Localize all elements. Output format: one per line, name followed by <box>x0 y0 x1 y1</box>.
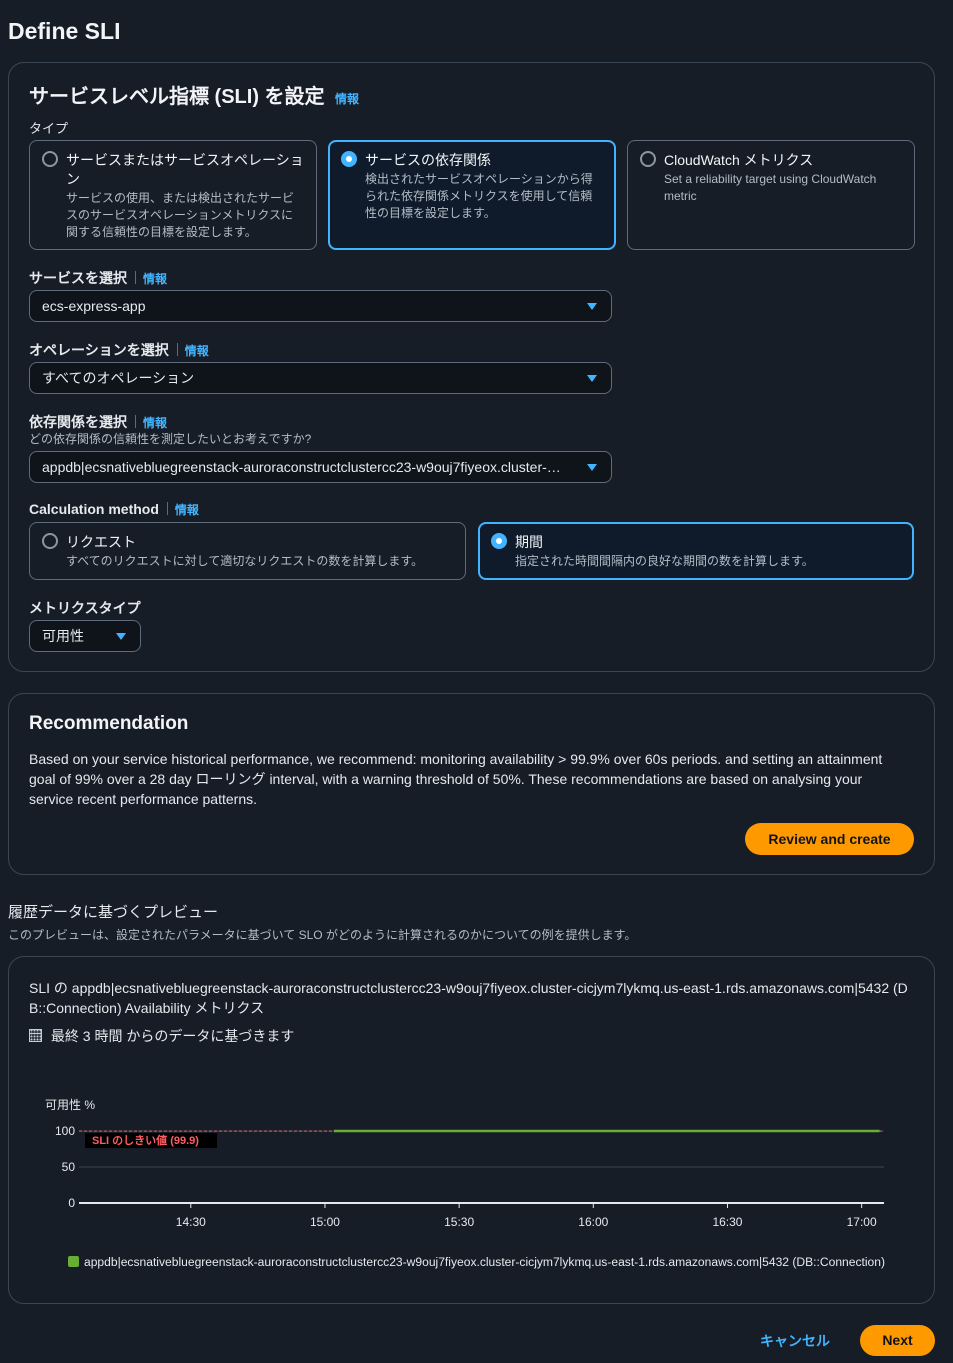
metric-type-value: 可用性 <box>42 628 84 644</box>
metric-type-select[interactable]: 可用性 <box>29 620 141 652</box>
recommendation-panel: Recommendation Based on your service his… <box>8 693 935 875</box>
x-tick-label: 17:00 <box>847 1215 877 1229</box>
calc-info-link[interactable]: 情報 <box>175 503 199 517</box>
service-info-link[interactable]: 情報 <box>143 272 167 286</box>
service-label: サービスを選択 <box>29 270 127 286</box>
x-tick-label: 15:30 <box>444 1215 474 1229</box>
sli-panel: サービスレベル指標 (SLI) を設定 情報 タイプ サービスまたはサービスオペ… <box>8 62 935 672</box>
preview-heading: 履歴データに基づくプレビュー <box>8 904 219 921</box>
operation-label: オペレーションを選択 <box>29 342 169 358</box>
x-tick-label: 15:00 <box>310 1215 340 1229</box>
cancel-button[interactable]: キャンセル <box>760 1331 830 1351</box>
calc-option-title: リクエスト <box>66 534 136 550</box>
recommendation-text: Based on your service historical perform… <box>29 751 883 807</box>
threshold-label: SLI のしきい値 (99.9) <box>92 1133 199 1147</box>
calc-label: Calculation method <box>29 501 159 517</box>
operation-select-value: すべてのオペレーション <box>42 370 195 386</box>
caret-down-icon <box>587 303 597 310</box>
calendar-icon <box>29 1029 42 1042</box>
caret-down-icon <box>587 375 597 382</box>
preview-panel: SLI の appdb|ecsnativebluegreenstack-auro… <box>8 956 935 1304</box>
type-label: タイプ <box>29 121 69 136</box>
sli-heading: サービスレベル指標 (SLI) を設定 <box>29 86 325 108</box>
legend-label: appdb|ecsnativebluegreenstack-auroracons… <box>84 1257 885 1269</box>
radio-icon[interactable] <box>42 151 58 167</box>
operation-info-link[interactable]: 情報 <box>185 344 209 358</box>
type-option-title: サービスまたはサービスオペレーション <box>66 152 304 187</box>
radio-selected-icon[interactable] <box>341 151 357 167</box>
x-tick-label: 16:00 <box>578 1215 608 1229</box>
radio-selected-icon[interactable] <box>491 533 507 549</box>
legend-swatch <box>68 1256 79 1267</box>
caret-down-icon <box>116 633 126 640</box>
preview-subtext: このプレビューは、設定されたパラメータに基づいて SLO がどのように計算される… <box>8 928 637 942</box>
calc-option-request[interactable]: リクエスト すべてのリクエストに対して適切なリクエストの数を計算します。 <box>29 522 466 580</box>
calc-label-row: Calculation method 情報 <box>29 501 199 519</box>
next-button[interactable]: Next <box>860 1325 935 1356</box>
type-option-dependency[interactable]: サービスの依存関係 検出されたサービスオペレーションから得られた依存関係メトリク… <box>328 140 616 250</box>
type-option-desc: 検出されたサービスオペレーションから得られた依存関係メトリクスを使用して信頼性の… <box>365 172 593 220</box>
type-option-cloudwatch[interactable]: CloudWatch メトリクス Set a reliability targe… <box>627 140 915 250</box>
y-tick-label: 0 <box>68 1196 75 1210</box>
dependency-label: 依存関係を選択 <box>29 414 127 430</box>
operation-label-row: オペレーションを選択 情報 <box>29 340 209 360</box>
type-option-title: サービスの依存関係 <box>365 152 491 168</box>
service-select[interactable]: ecs-express-app <box>29 290 612 322</box>
page-title: Define SLI <box>8 18 121 44</box>
dependency-label-row: 依存関係を選択 情報 <box>29 412 167 432</box>
dependency-info-link[interactable]: 情報 <box>143 416 167 430</box>
preview-range-text: 最終 3 時間 からのデータに基づきます <box>50 1028 295 1044</box>
radio-icon[interactable] <box>640 151 656 167</box>
metric-type-label: メトリクスタイプ <box>29 600 141 616</box>
x-tick-label: 16:30 <box>712 1215 742 1229</box>
dependency-select[interactable]: appdb|ecsnativebluegreenstack-auroracons… <box>29 451 612 483</box>
preview-metric-title: SLI の appdb|ecsnativebluegreenstack-auro… <box>29 980 908 1016</box>
service-label-row: サービスを選択 情報 <box>29 268 167 288</box>
calc-option-desc: 指定された時間間隔内の良好な期間の数を計算します。 <box>515 554 814 568</box>
dependency-sublabel: どの依存関係の信頼性を測定したいとお考えですか? <box>29 432 312 446</box>
recommendation-heading: Recommendation <box>29 713 189 734</box>
review-and-create-button[interactable]: Review and create <box>745 823 914 855</box>
x-tick-label: 14:30 <box>176 1215 206 1229</box>
type-option-desc: サービスの使用、または検出されたサービスのサービスオペレーションメトリクスに関す… <box>66 191 295 239</box>
preview-range-row: 最終 3 時間 からのデータに基づきます <box>29 1026 294 1046</box>
calc-option-desc: すべてのリクエストに対して適切なリクエストの数を計算します。 <box>66 554 424 568</box>
type-option-desc: Set a reliability target using CloudWatc… <box>664 172 877 203</box>
y-tick-label: 50 <box>62 1160 76 1174</box>
y-axis-label: 可用性 % <box>45 1098 95 1112</box>
sli-heading-row: サービスレベル指標 (SLI) を設定 情報 <box>29 80 359 109</box>
dependency-select-value: appdb|ecsnativebluegreenstack-auroracons… <box>42 459 561 475</box>
type-option-service[interactable]: サービスまたはサービスオペレーション サービスの使用、または検出されたサービスの… <box>29 140 317 250</box>
caret-down-icon <box>587 464 597 471</box>
calc-option-title: 期間 <box>515 534 543 550</box>
y-tick-label: 100 <box>55 1124 75 1138</box>
operation-select[interactable]: すべてのオペレーション <box>29 362 612 394</box>
calc-option-period[interactable]: 期間 指定された時間間隔内の良好な期間の数を計算します。 <box>478 522 914 580</box>
service-select-value: ecs-express-app <box>42 298 146 314</box>
radio-icon[interactable] <box>42 533 58 549</box>
type-option-title: CloudWatch メトリクス <box>664 152 814 168</box>
availability-chart: 可用性 % 100 50 0 14:30 15:00 15:30 16:00 16:30 17:0… <box>45 1098 885 1269</box>
sli-info-link[interactable]: 情報 <box>335 92 359 106</box>
